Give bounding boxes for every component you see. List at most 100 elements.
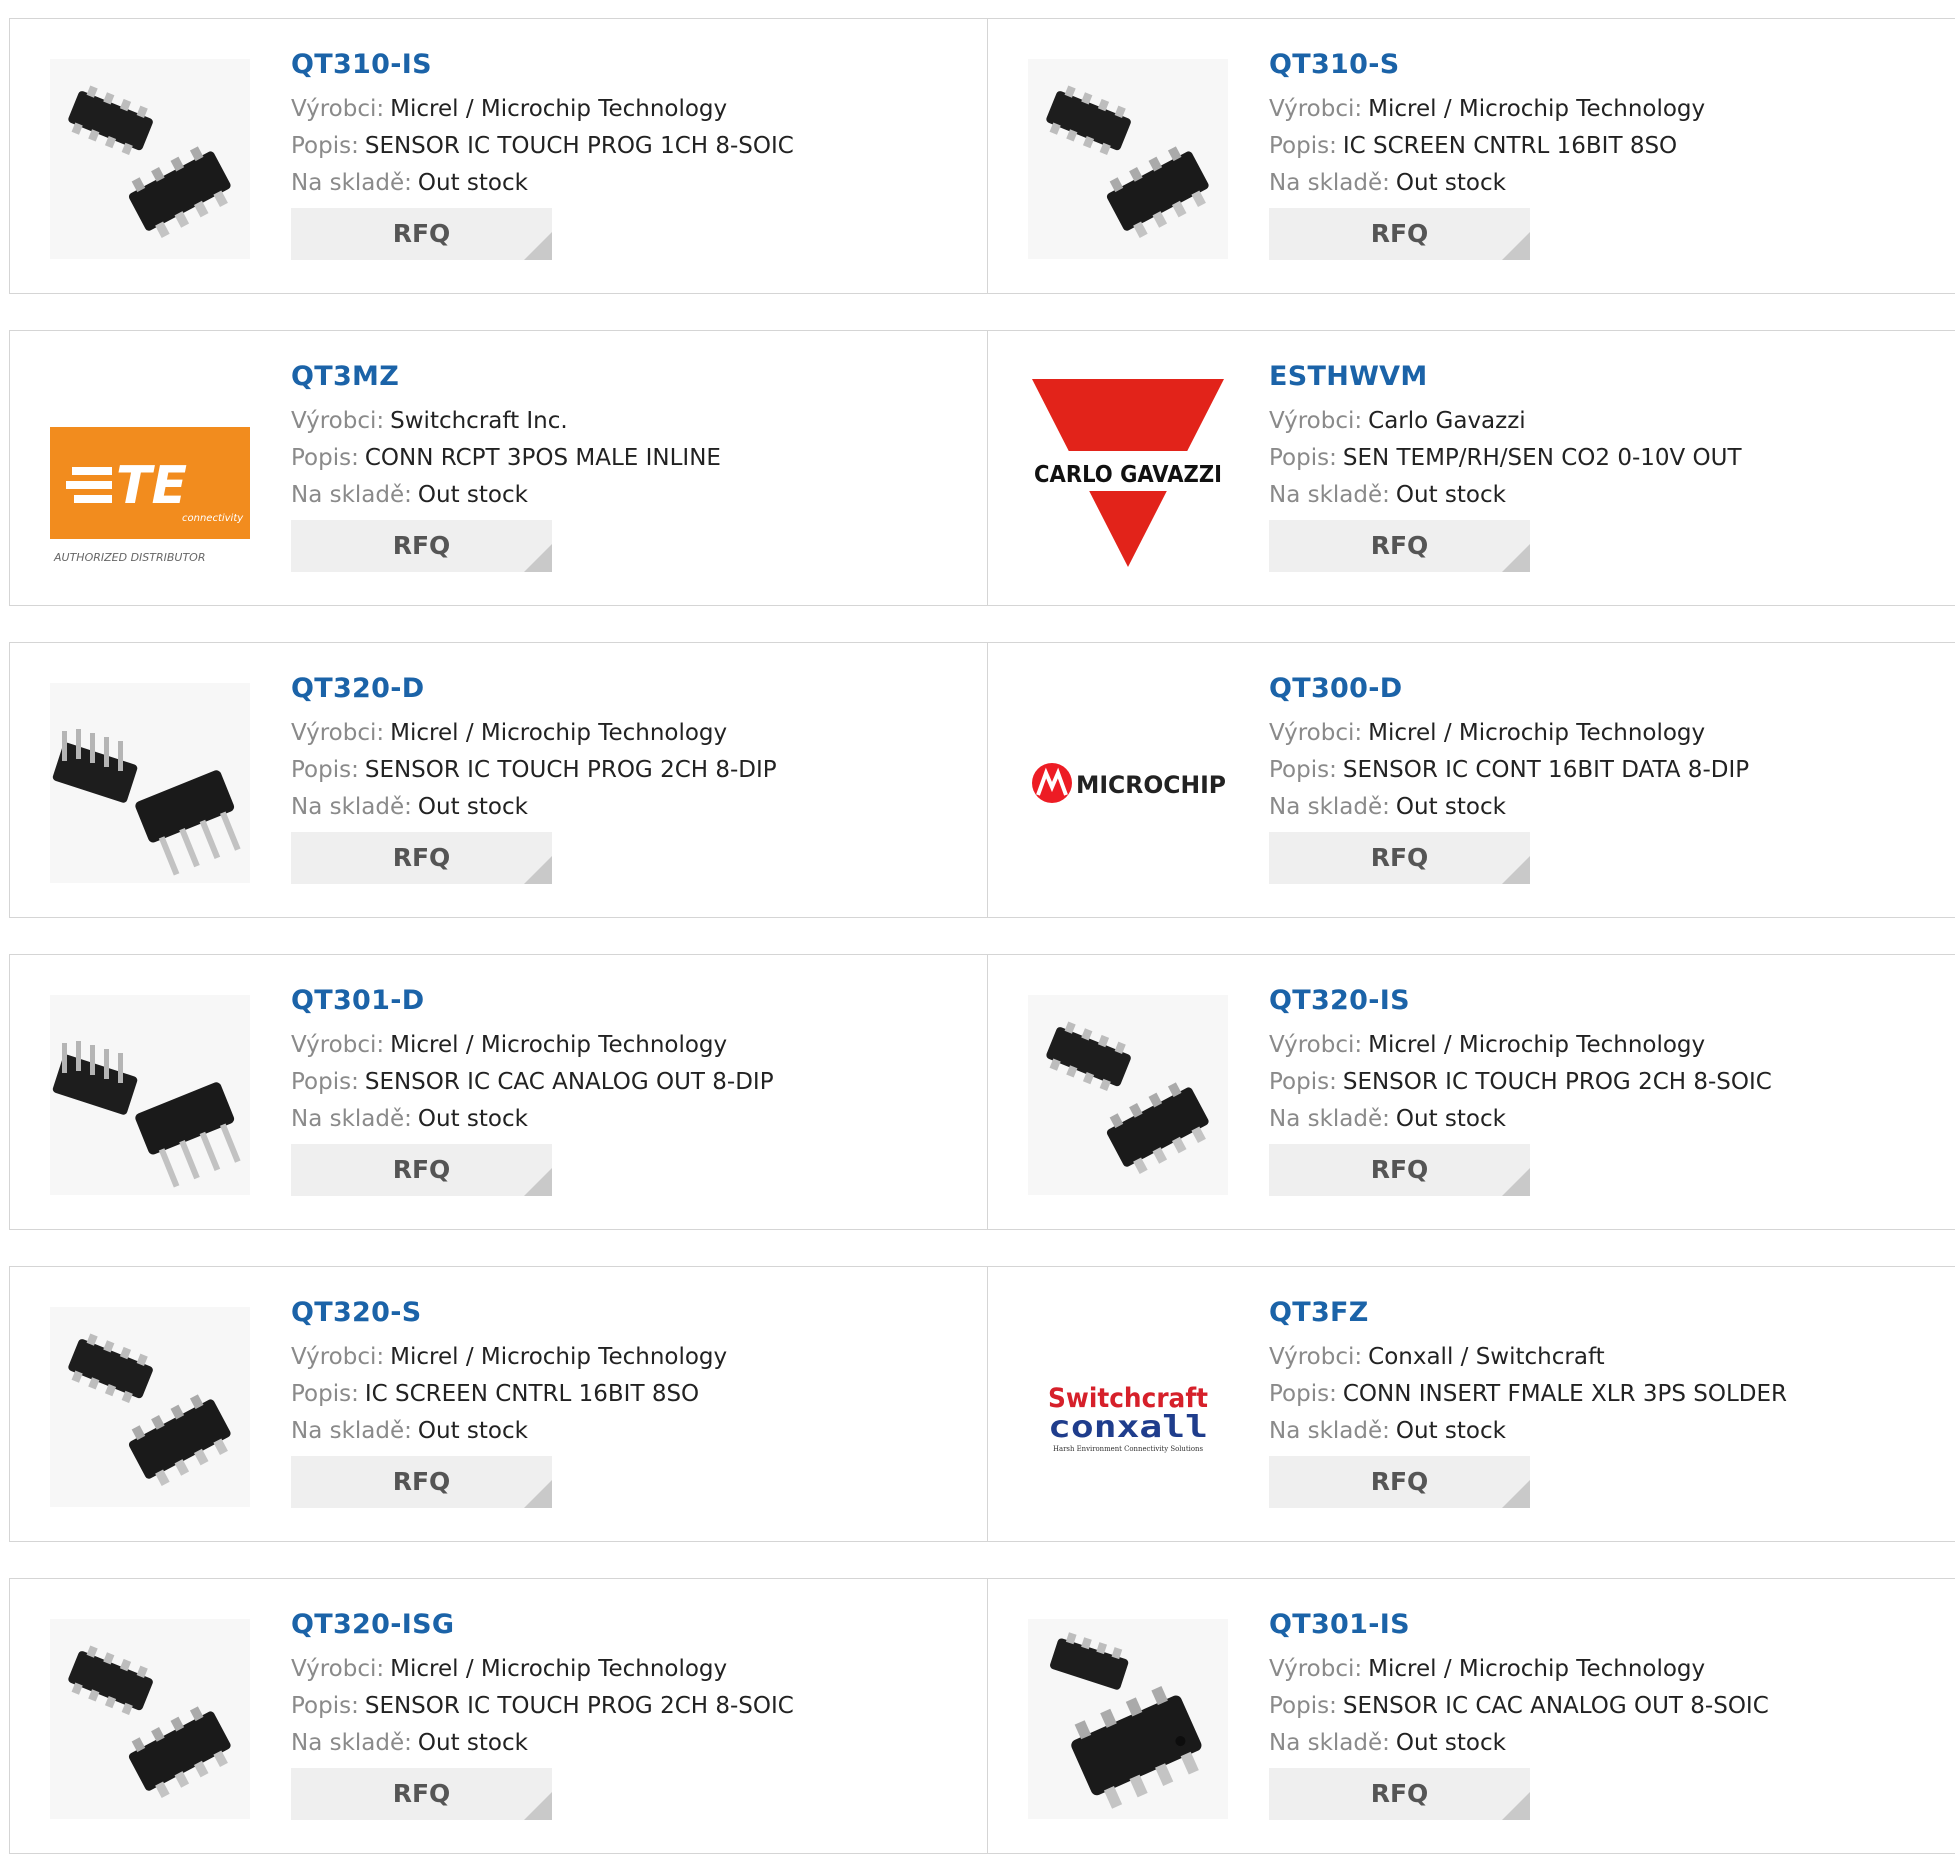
stock-value: Out stock — [417, 170, 528, 196]
rfq-label: RFQ — [1370, 531, 1429, 560]
stock-line: Na skladě: Out stock — [291, 1101, 774, 1138]
stock-value: Out stock — [1395, 1418, 1506, 1444]
stock-value: Out stock — [417, 1730, 528, 1756]
product-card: QT320-IS Výrobci: Micrel / Microchip Tech… — [987, 954, 1955, 1230]
product-row: QT301-D Výrobci: Micrel / Microchip Techn… — [9, 954, 1955, 1230]
description-label: Popis: — [1269, 133, 1337, 159]
stock-line: Na skladě: Out stock — [1269, 477, 1742, 514]
product-card: TE connectivity AUTHORIZED DISTRIBUTOR Q… — [9, 330, 988, 606]
manufacturer-line: Výrobci: Micrel / Microchip Technology — [291, 1651, 794, 1688]
soic-chip-icon[interactable] — [1028, 995, 1228, 1195]
soic-chip-large-icon[interactable] — [1028, 1619, 1228, 1819]
product-card: QT320-D Výrobci: Micrel / Microchip Techn… — [9, 642, 988, 918]
soic-chip-icon[interactable] — [50, 1619, 250, 1819]
part-number-link[interactable]: QT300-D — [1269, 669, 1749, 709]
part-number-link[interactable]: QT3MZ — [291, 357, 721, 397]
conxall-sub-text: conxall — [1048, 1410, 1208, 1445]
stock-label: Na skladě: — [1269, 170, 1390, 196]
rfq-label: RFQ — [1370, 219, 1429, 248]
rfq-button[interactable]: RFQ — [291, 208, 552, 260]
product-info: QT300-D Výrobci: Micrel / Microchip Techn… — [1269, 669, 1749, 884]
part-number-link[interactable]: QT301-IS — [1269, 1605, 1769, 1645]
soic-chip-icon[interactable] — [50, 1307, 250, 1507]
product-info: QT320-ISG Výrobci: Micrel / Microchip Tec… — [291, 1605, 794, 1820]
manufacturer-value: Micrel / Microchip Technology — [1368, 1032, 1706, 1058]
product-info: QT320-S Výrobci: Micrel / Microchip Techn… — [291, 1293, 727, 1508]
microchip-logo[interactable]: MICROCHIP — [1028, 683, 1228, 883]
manufacturer-value: Conxall / Switchcraft — [1368, 1344, 1605, 1370]
stock-label: Na skladě: — [291, 1730, 412, 1756]
dip-chip-icon[interactable] — [50, 995, 250, 1195]
rfq-label: RFQ — [392, 531, 451, 560]
switchcraft-conxall-logo[interactable]: Switchcraft conxall Harsh Environment Co… — [1028, 1307, 1228, 1507]
description-label: Popis: — [291, 445, 359, 471]
product-info: ESTHWVM Výrobci: Carlo Gavazzi Popis: SEN … — [1269, 357, 1742, 572]
product-info: QT301-D Výrobci: Micrel / Microchip Techn… — [291, 981, 774, 1196]
rfq-button[interactable]: RFQ — [291, 1144, 552, 1196]
rfq-button[interactable]: RFQ — [1269, 1144, 1530, 1196]
manufacturer-line: Výrobci: Micrel / Microchip Technology — [291, 1339, 727, 1376]
rfq-button[interactable]: RFQ — [1269, 1768, 1530, 1820]
stock-line: Na skladě: Out stock — [291, 789, 777, 826]
description-label: Popis: — [291, 133, 359, 159]
rfq-label: RFQ — [392, 219, 451, 248]
te-caption-text: AUTHORIZED DISTRIBUTOR — [53, 551, 206, 564]
product-card: QT320-S Výrobci: Micrel / Microchip Techn… — [9, 1266, 988, 1542]
stock-label: Na skladě: — [291, 482, 412, 508]
description-line: Popis: CONN INSERT FMALE XLR 3PS SOLDER — [1269, 1376, 1787, 1413]
part-number-link[interactable]: QT320-S — [291, 1293, 727, 1333]
stock-value: Out stock — [1395, 1106, 1506, 1132]
carlo-gavazzi-logo[interactable]: CARLO GAVAZZI — [1028, 371, 1228, 571]
product-info: QT301-IS Výrobci: Micrel / Microchip Tech… — [1269, 1605, 1769, 1820]
product-card: QT301-IS Výrobci: Micrel / Microchip Tech… — [987, 1578, 1955, 1854]
corner-triangle-icon — [1502, 232, 1530, 260]
manufacturer-line: Výrobci: Micrel / Microchip Technology — [1269, 1027, 1772, 1064]
manufacturer-value: Micrel / Microchip Technology — [390, 1344, 728, 1370]
manufacturer-label: Výrobci: — [291, 96, 385, 122]
part-number-link[interactable]: QT301-D — [291, 981, 774, 1021]
te-connectivity-logo[interactable]: TE connectivity AUTHORIZED DISTRIBUTOR — [50, 371, 250, 571]
rfq-button[interactable]: RFQ — [1269, 1456, 1530, 1508]
manufacturer-value: Micrel / Microchip Technology — [390, 1656, 728, 1682]
stock-label: Na skladě: — [1269, 1418, 1390, 1444]
rfq-button[interactable]: RFQ — [291, 832, 552, 884]
rfq-label: RFQ — [1370, 1155, 1429, 1184]
part-number-link[interactable]: QT3FZ — [1269, 1293, 1787, 1333]
manufacturer-value: Micrel / Microchip Technology — [1368, 720, 1706, 746]
part-number-link[interactable]: QT310-S — [1269, 45, 1705, 85]
soic-chip-icon[interactable] — [1028, 59, 1228, 259]
stock-line: Na skladě: Out stock — [1269, 165, 1705, 202]
rfq-button[interactable]: RFQ — [291, 1456, 552, 1508]
part-number-link[interactable]: QT320-ISG — [291, 1605, 794, 1645]
description-label: Popis: — [1269, 1381, 1337, 1407]
rfq-button[interactable]: RFQ — [1269, 832, 1530, 884]
rfq-label: RFQ — [1370, 1467, 1429, 1496]
description-value: SENSOR IC CAC ANALOG OUT 8-DIP — [364, 1069, 774, 1095]
product-card: QT301-D Výrobci: Micrel / Microchip Techn… — [9, 954, 988, 1230]
rfq-button[interactable]: RFQ — [1269, 208, 1530, 260]
corner-triangle-icon — [524, 544, 552, 572]
manufacturer-line: Výrobci: Conxall / Switchcraft — [1269, 1339, 1787, 1376]
te-brand-text: TE — [116, 456, 187, 516]
part-number-link[interactable]: ESTHWVM — [1269, 357, 1742, 397]
stock-label: Na skladě: — [291, 170, 412, 196]
description-value: SENSOR IC TOUCH PROG 2CH 8-DIP — [364, 757, 777, 783]
description-line: Popis: SENSOR IC CAC ANALOG OUT 8-DIP — [291, 1064, 774, 1101]
manufacturer-label: Výrobci: — [1269, 720, 1363, 746]
stock-label: Na skladě: — [291, 1106, 412, 1132]
rfq-button[interactable]: RFQ — [291, 1768, 552, 1820]
stock-value: Out stock — [1395, 794, 1506, 820]
part-number-link[interactable]: QT320-D — [291, 669, 777, 709]
part-number-link[interactable]: QT310-IS — [291, 45, 794, 85]
stock-label: Na skladě: — [291, 794, 412, 820]
part-number-link[interactable]: QT320-IS — [1269, 981, 1772, 1021]
dip-chip-icon[interactable] — [50, 683, 250, 883]
rfq-label: RFQ — [392, 843, 451, 872]
gavazzi-brand-text: CARLO GAVAZZI — [1034, 462, 1222, 488]
soic-chip-icon[interactable] — [50, 59, 250, 259]
rfq-button[interactable]: RFQ — [1269, 520, 1530, 572]
product-card: QT310-IS Výrobci: Micrel / Microchip Tech… — [9, 18, 988, 294]
corner-triangle-icon — [524, 1792, 552, 1820]
manufacturer-value: Switchcraft Inc. — [390, 408, 568, 434]
rfq-button[interactable]: RFQ — [291, 520, 552, 572]
